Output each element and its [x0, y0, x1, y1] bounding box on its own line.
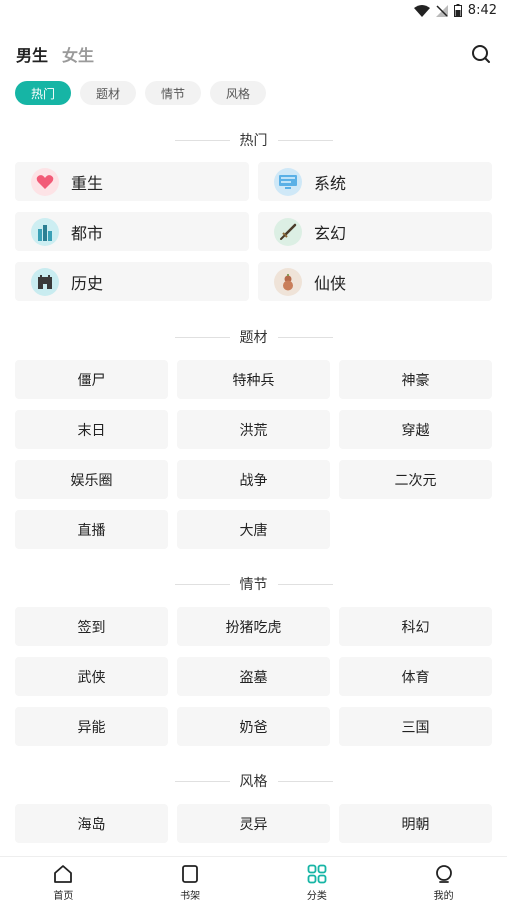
tag-item[interactable]: 直播: [15, 510, 168, 549]
tag-item[interactable]: 体育: [339, 657, 492, 696]
chip-hot[interactable]: 热门: [15, 81, 71, 105]
theme-tag-grid: 僵尸 特种兵 神豪 末日 洪荒 穿越 娱乐圈 战争 二次元 直播 大唐: [15, 360, 492, 549]
sword-icon: [274, 217, 302, 246]
screen-icon: [274, 167, 302, 196]
tag-item[interactable]: 科幻: [339, 607, 492, 646]
hot-item-history[interactable]: 历史: [15, 262, 249, 301]
hot-item-rebirth[interactable]: 重生: [15, 162, 249, 201]
header: 男生 女生: [16, 42, 491, 68]
divider: [174, 583, 230, 585]
hot-item-label: 历史: [71, 273, 104, 293]
status-icons: 8:42: [413, 3, 497, 18]
section-title-text: 热门: [239, 133, 268, 149]
nav-label: 我的: [433, 891, 454, 902]
hot-item-label: 玄幻: [314, 223, 347, 243]
wifi-icon: [413, 4, 430, 17]
nav-label: 书架: [180, 891, 201, 902]
home-icon: [54, 865, 73, 883]
divider: [277, 139, 333, 141]
divider: [174, 780, 230, 782]
hot-item-system[interactable]: 系统: [258, 162, 492, 201]
section-title-theme: 题材: [0, 327, 507, 347]
tag-item[interactable]: 娱乐圈: [15, 460, 168, 499]
hot-item-xianxia[interactable]: 仙侠: [258, 262, 492, 301]
section-title-plot: 情节: [0, 574, 507, 594]
category-icon: [307, 864, 327, 884]
bottom-nav: 首页 书架 分类 我的: [0, 856, 507, 903]
hot-item-label: 重生: [71, 173, 104, 193]
hot-grid: 重生 系统 都市 玄幻 历史 仙侠: [15, 162, 492, 301]
section-title-text: 风格: [239, 774, 268, 790]
tag-item[interactable]: 洪荒: [177, 410, 330, 449]
nav-label: 分类: [306, 891, 327, 902]
tab-female[interactable]: 女生: [62, 42, 94, 66]
no-signal-icon: [435, 4, 448, 17]
tag-item[interactable]: 大唐: [177, 510, 330, 549]
section-title-style: 风格: [0, 771, 507, 791]
hot-item-city[interactable]: 都市: [15, 212, 249, 251]
section-title-text: 情节: [239, 577, 268, 593]
tag-item[interactable]: 僵尸: [15, 360, 168, 399]
divider: [277, 336, 333, 338]
tag-item[interactable]: 穿越: [339, 410, 492, 449]
plot-tag-grid: 签到 扮猪吃虎 科幻 武侠 盗墓 体育 异能 奶爸 三国: [15, 607, 492, 746]
search-icon[interactable]: [471, 44, 491, 64]
tag-item[interactable]: 异能: [15, 707, 168, 746]
tag-item[interactable]: 武侠: [15, 657, 168, 696]
section-title-hot: 热门: [0, 130, 507, 150]
bookshelf-icon: [182, 865, 199, 883]
hot-item-label: 系统: [314, 173, 347, 193]
chip-theme[interactable]: 题材: [80, 81, 136, 105]
filter-chips: 热门 题材 情节 风格: [15, 81, 266, 105]
tower-icon: [31, 267, 59, 296]
tag-item[interactable]: 扮猪吃虎: [177, 607, 330, 646]
tag-item[interactable]: 二次元: [339, 460, 492, 499]
gourd-icon: [274, 267, 302, 296]
nav-home[interactable]: 首页: [0, 857, 127, 903]
nav-label: 首页: [53, 891, 74, 902]
hot-item-label: 都市: [71, 223, 104, 243]
hot-item-fantasy[interactable]: 玄幻: [258, 212, 492, 251]
tag-item[interactable]: 三国: [339, 707, 492, 746]
heart-icon: [31, 167, 59, 196]
tag-item[interactable]: 海岛: [15, 804, 168, 843]
nav-category[interactable]: 分类: [254, 857, 381, 903]
tag-item[interactable]: 末日: [15, 410, 168, 449]
tag-item[interactable]: 神豪: [339, 360, 492, 399]
nav-bookshelf[interactable]: 书架: [127, 857, 254, 903]
tag-item[interactable]: 特种兵: [177, 360, 330, 399]
style-tag-grid: 海岛 灵异 明朝: [15, 804, 492, 843]
nav-profile[interactable]: 我的: [380, 857, 507, 903]
tag-item[interactable]: 奶爸: [177, 707, 330, 746]
hot-item-label: 仙侠: [314, 273, 347, 293]
profile-icon: [435, 865, 452, 883]
tab-male[interactable]: 男生: [16, 42, 48, 66]
tag-item[interactable]: 盗墓: [177, 657, 330, 696]
divider: [174, 336, 230, 338]
status-time: 8:42: [467, 3, 497, 18]
chip-style[interactable]: 风格: [210, 81, 266, 105]
divider: [277, 780, 333, 782]
tag-item[interactable]: 签到: [15, 607, 168, 646]
tag-item[interactable]: 明朝: [339, 804, 492, 843]
section-title-text: 题材: [239, 330, 268, 346]
status-bar: 8:42: [0, 0, 507, 24]
tag-item[interactable]: 灵异: [177, 804, 330, 843]
city-icon: [31, 217, 59, 246]
divider: [174, 139, 230, 141]
battery-icon: [453, 4, 462, 17]
tag-item[interactable]: 战争: [177, 460, 330, 499]
chip-plot[interactable]: 情节: [145, 81, 201, 105]
divider: [277, 583, 333, 585]
